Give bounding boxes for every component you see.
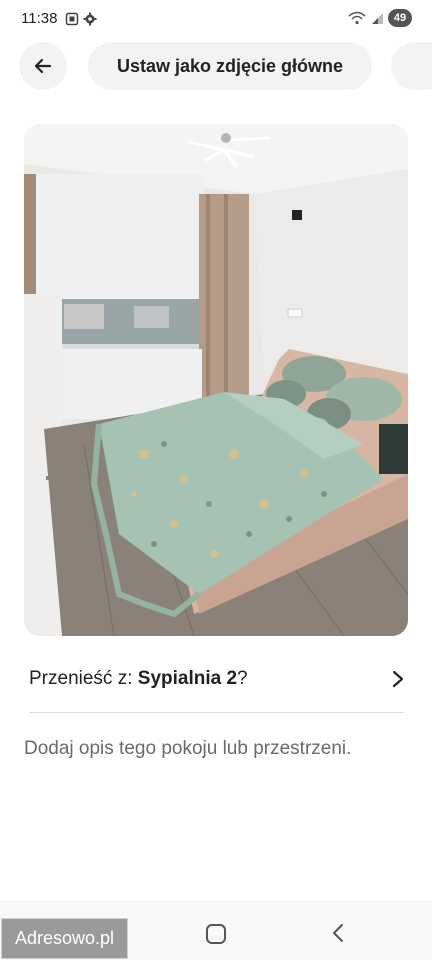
move-room-name: Sypialnia 2 (137, 668, 238, 689)
status-bar: 11:38 49 (0, 0, 432, 38)
gear-icon (83, 12, 97, 26)
status-time: 11:38 (21, 10, 58, 27)
battery-indicator: 49 (388, 9, 412, 27)
back-button[interactable] (19, 42, 67, 90)
status-notification-icons (65, 12, 97, 26)
set-as-main-photo-button[interactable]: Ustaw jako zdjęcie główne (88, 42, 372, 90)
watermark-badge: Adresowo.pl (1, 918, 128, 959)
move-room-suffix: ? (237, 668, 248, 689)
wifi-icon (348, 11, 366, 25)
room-photo (24, 124, 408, 636)
move-room-row[interactable]: Przenieść z: Sypialnia 2? (29, 660, 405, 698)
divider (29, 712, 404, 713)
home-square-icon[interactable] (206, 924, 226, 944)
chevron-left-icon[interactable] (328, 922, 348, 944)
bedroom-photo-illustration (24, 124, 408, 636)
arrow-left-icon (34, 58, 52, 74)
move-room-prefix: Przenieść z: (29, 668, 138, 689)
description-prompt[interactable]: Dodaj opis tego pokoju lub przestrzeni. (24, 738, 351, 760)
screenshot-icon (65, 12, 79, 26)
chevron-right-icon (392, 670, 404, 688)
signal-icon (372, 13, 383, 24)
move-room-text: Przenieść z: Sypialnia 2? (29, 668, 248, 690)
status-right: 49 (348, 9, 412, 27)
more-actions-button[interactable] (391, 42, 432, 90)
